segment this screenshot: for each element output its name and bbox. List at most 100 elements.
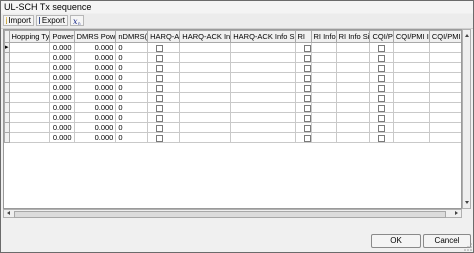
dmrs-power-cell[interactable]: 0.000 [73,62,117,73]
grid-cell[interactable] [310,102,337,113]
harq-ack-checkbox[interactable] [156,64,164,72]
grid-cell[interactable] [310,52,337,63]
ndmrs-cell[interactable]: 0 [115,42,149,53]
checkbox-cell[interactable] [369,62,394,73]
grid-cell[interactable] [230,132,296,143]
column-header[interactable]: RI Info Si [335,30,371,43]
harq-ack-checkbox[interactable] [156,124,164,132]
checkbox-cell[interactable] [147,52,181,63]
export-button[interactable]: Export [36,15,68,26]
ndmrs-cell[interactable]: 0 [115,72,149,83]
checkbox-cell[interactable] [147,42,181,53]
table-row[interactable]: 0.000 0.000 0 [4,122,461,133]
harq-ack-checkbox[interactable] [156,104,164,112]
grid-cell[interactable] [179,112,232,123]
grid-cell[interactable] [335,52,371,63]
grid-cell[interactable] [335,42,371,53]
cqi-checkbox[interactable] [378,84,386,92]
ri-checkbox[interactable] [303,64,311,72]
grid-cell[interactable] [335,112,371,123]
scroll-right-icon[interactable] [455,211,458,215]
grid-cell[interactable] [179,102,232,113]
table-row[interactable]: ▸ 0.000 0.000 0 [4,42,461,53]
grid-cell[interactable] [8,42,51,53]
column-header[interactable]: HARQ-ACK Info S [230,30,296,43]
grid-cell[interactable] [310,42,337,53]
grid-cell[interactable] [310,92,337,103]
grid-cell[interactable] [428,122,461,133]
grid-cell[interactable] [230,42,296,53]
dmrs-power-cell[interactable]: 0.000 [73,52,117,63]
grid-cell[interactable] [392,92,430,103]
grid-cell[interactable] [230,62,296,73]
grid-cell[interactable] [230,92,296,103]
ri-checkbox[interactable] [303,124,311,132]
power-cell[interactable]: 0.000 [49,62,75,73]
grid-cell[interactable] [392,112,430,123]
formula-button[interactable]: x n [70,15,84,26]
grid-cell[interactable] [179,132,232,143]
grid-cell[interactable] [8,112,51,123]
checkbox-cell[interactable] [294,62,312,73]
harq-ack-checkbox[interactable] [156,84,164,92]
row-header[interactable]: ▸ [4,42,10,53]
ndmrs-cell[interactable]: 0 [115,102,149,113]
horizontal-scrollbar[interactable] [3,209,462,218]
grid-cell[interactable] [335,62,371,73]
grid-cell[interactable] [428,102,461,113]
ri-checkbox[interactable] [303,44,311,52]
grid-cell[interactable] [179,42,232,53]
column-header[interactable]: DMRS Pow [73,30,117,43]
harq-ack-checkbox[interactable] [156,74,164,82]
grid-cell[interactable] [335,82,371,93]
grid-cell[interactable] [179,62,232,73]
ri-checkbox[interactable] [303,134,311,142]
checkbox-cell[interactable] [294,72,312,83]
column-header[interactable]: CQI/PMI I [392,30,430,43]
checkbox-cell[interactable] [147,112,181,123]
ndmrs-cell[interactable]: 0 [115,52,149,63]
power-cell[interactable]: 0.000 [49,92,75,103]
power-cell[interactable]: 0.000 [49,72,75,83]
grid-cell[interactable] [310,72,337,83]
checkbox-cell[interactable] [369,122,394,133]
ndmrs-cell[interactable]: 0 [115,112,149,123]
ndmrs-cell[interactable]: 0 [115,92,149,103]
power-cell[interactable]: 0.000 [49,122,75,133]
ok-button[interactable]: OK [371,234,421,248]
resize-grip-icon[interactable] [464,243,472,251]
checkbox-cell[interactable] [147,92,181,103]
grid-cell[interactable] [8,52,51,63]
table-row[interactable]: 0.000 0.000 0 [4,82,461,93]
grid-cell[interactable] [8,72,51,83]
cqi-checkbox[interactable] [378,134,386,142]
checkbox-cell[interactable] [294,82,312,93]
cqi-checkbox[interactable] [378,44,386,52]
ndmrs-cell[interactable]: 0 [115,62,149,73]
grid-cell[interactable] [335,122,371,133]
grid-cell[interactable] [428,42,461,53]
grid-cell[interactable] [335,132,371,143]
scroll-left-icon[interactable] [7,211,10,215]
table-row[interactable]: 0.000 0.000 0 [4,102,461,113]
horizontal-scroll-thumb[interactable] [14,211,446,218]
cqi-checkbox[interactable] [378,74,386,82]
checkbox-cell[interactable] [294,102,312,113]
checkbox-cell[interactable] [369,112,394,123]
grid-cell[interactable] [392,102,430,113]
grid-cell[interactable] [428,92,461,103]
grid-cell[interactable] [8,92,51,103]
dmrs-power-cell[interactable]: 0.000 [73,82,117,93]
checkbox-cell[interactable] [147,62,181,73]
grid-cell[interactable] [428,72,461,83]
harq-ack-checkbox[interactable] [156,54,164,62]
data-grid[interactable]: Hopping Ty Power DMRS Pow nDMRS(HARQ-A HARQ-… [3,29,462,209]
grid-cell[interactable] [335,72,371,83]
grid-cell[interactable] [310,132,337,143]
harq-ack-checkbox[interactable] [156,134,164,142]
power-cell[interactable]: 0.000 [49,42,75,53]
grid-cell[interactable] [392,82,430,93]
column-header[interactable]: Hopping Ty [8,30,51,43]
harq-ack-checkbox[interactable] [156,114,164,122]
checkbox-cell[interactable] [369,72,394,83]
